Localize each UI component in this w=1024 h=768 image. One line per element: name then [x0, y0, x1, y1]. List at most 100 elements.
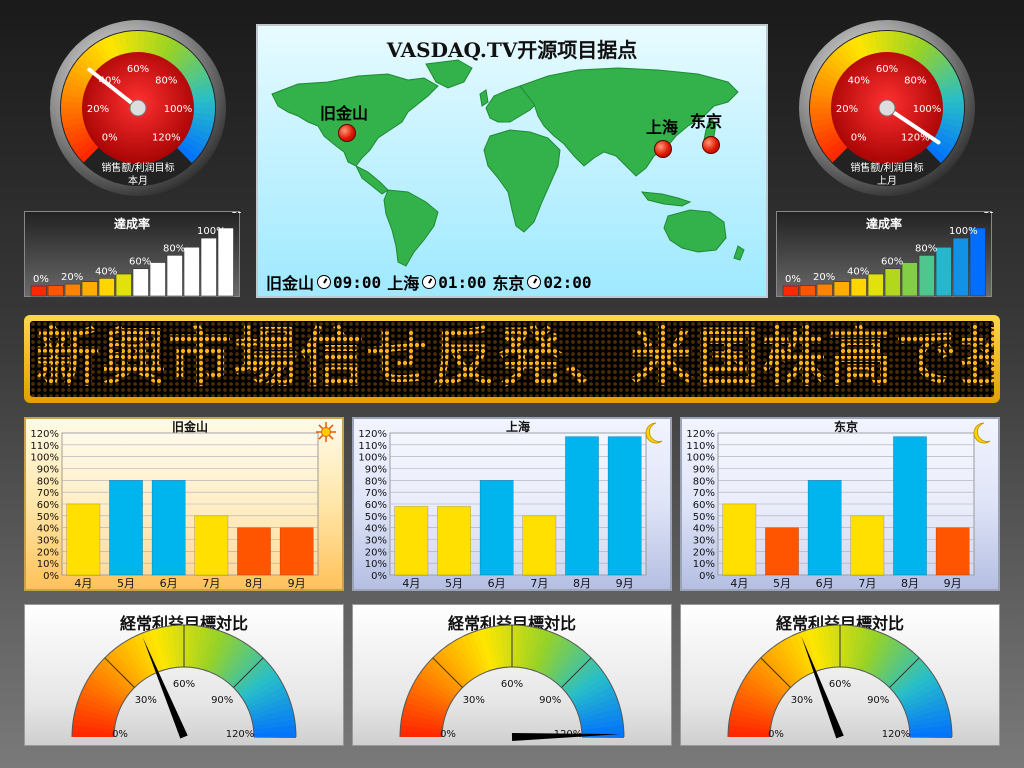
round-gauge-last-month: 0% 20% 40% 60% 80% 100% 120% 销售额/利润目标 上月 — [797, 18, 977, 198]
bar — [765, 527, 799, 576]
y-tick-label: 60% — [365, 500, 387, 511]
gauge-color-band — [63, 121, 87, 135]
gauge-color-band — [936, 75, 960, 90]
x-tick-label: 4月 — [402, 577, 420, 589]
gauge-color-band — [922, 49, 943, 70]
achievement-label: 80% — [163, 243, 185, 254]
city-marker-san-francisco[interactable] — [338, 124, 356, 142]
achievement-step — [64, 283, 81, 297]
continent-africa — [483, 129, 561, 233]
gauge-color-band — [191, 88, 214, 100]
clock-time-san-francisco: 09:00 — [333, 272, 382, 292]
achievement-step — [969, 227, 986, 297]
gauge-color-band — [905, 35, 921, 59]
gauge-scale-label: 20% — [87, 104, 109, 115]
gauge-scale-label: 80% — [155, 76, 177, 87]
bar — [194, 515, 229, 576]
achievement-label: 20% — [813, 272, 835, 283]
achievement-panel-right: 達成率 0%20%40%60%80%100%120% — [776, 211, 993, 297]
gauge-scale-label: 20% — [836, 104, 858, 115]
gauge-color-band — [185, 69, 209, 86]
y-tick-label: 80% — [37, 476, 59, 487]
gauge-color-band — [936, 126, 960, 142]
achievement-label: 100% — [949, 226, 978, 237]
gauge-color-band — [934, 69, 958, 86]
gauge-color-band — [848, 37, 865, 61]
clock-icon — [422, 275, 437, 289]
bar — [522, 515, 557, 576]
gauge-caption: 销售额/利润目标 — [850, 161, 923, 174]
bar — [237, 527, 271, 576]
x-tick-label: 5月 — [445, 577, 463, 589]
gauge-color-band — [180, 58, 202, 78]
clock-city-shanghai: 上海 — [387, 274, 420, 293]
gauge-color-band — [816, 130, 840, 147]
gauge-color-band — [925, 143, 946, 164]
gauge-color-band — [823, 57, 846, 77]
gauge-color-band — [93, 40, 112, 64]
y-tick-label: 20% — [37, 547, 59, 558]
gauge-color-band — [65, 74, 89, 90]
gauge-color-band — [854, 35, 869, 59]
led-news-ticker: 新興市場信せ反発、米国株高で投 — [24, 315, 1000, 403]
x-tick-label: 6月 — [816, 577, 834, 589]
city-marker-tokyo[interactable] — [702, 136, 720, 154]
clock-city-san-francisco: 旧金山 — [266, 274, 315, 293]
world-map-panel: VASDAQ.TV开源项目据点 旧金山 上海 东京 旧金山 09:00 上海 0… — [256, 24, 768, 298]
x-tick-label: 8月 — [245, 577, 263, 589]
gauge-scale-label: 120% — [152, 132, 181, 143]
gauge-scale-label: 90% — [539, 695, 561, 706]
gauge-color-band — [71, 63, 94, 81]
achievement-label: 60% — [129, 257, 151, 268]
y-tick-label: 50% — [37, 512, 59, 523]
y-tick-label: 100% — [686, 453, 715, 464]
gauge-color-band — [891, 31, 902, 54]
gauge-color-band — [823, 138, 845, 158]
chart-city-title: 旧金山 — [172, 419, 208, 434]
gauge-color-band — [928, 139, 951, 159]
gauge-color-band — [812, 121, 836, 135]
clock-city-tokyo: 东京 — [492, 274, 525, 293]
gauge-color-band — [88, 44, 108, 66]
round-gauge-this-month: 0% 20% 40% 60% 80% 100% 120% 销售额/利润目标 本月 — [48, 18, 228, 198]
sun-ray — [329, 435, 334, 440]
clock-icon — [527, 275, 542, 289]
gauge-color-band — [929, 58, 951, 78]
gauge-color-band — [820, 63, 843, 81]
y-tick-label: 40% — [37, 524, 59, 535]
achievement-label: 40% — [847, 266, 869, 277]
achievement-label: 120% — [231, 212, 241, 216]
gauge-color-band — [810, 112, 833, 122]
gauge-color-band — [837, 44, 857, 66]
gauge-color-band — [811, 87, 835, 99]
gauge-color-band — [828, 52, 849, 73]
profit-gauge-shanghai: 経常利益目標対比 0%30%60%90%120% — [352, 604, 672, 746]
world-map — [271, 59, 745, 267]
gauge-color-band — [118, 32, 130, 55]
y-tick-label: 0% — [371, 571, 387, 582]
x-tick-label: 7月 — [858, 577, 876, 589]
gauge-color-band — [185, 131, 208, 148]
sun-ray — [318, 424, 323, 429]
x-tick-label: 9月 — [616, 577, 634, 589]
gauge-scale-label: 60% — [173, 679, 195, 690]
gauge-color-band — [190, 117, 214, 129]
city-marker-shanghai[interactable] — [654, 140, 672, 158]
gauge-color-band — [910, 38, 927, 61]
y-tick-label: 10% — [37, 559, 59, 570]
gauge-scale-label: 30% — [135, 695, 157, 706]
bar-chart-san-francisco: 0% 10% 20% 30% 40% 50% 60% 70% 80% 90% 100% 110% 120… — [24, 417, 344, 591]
gauge-scale-label: 30% — [463, 695, 485, 706]
gauge-color-band — [812, 80, 836, 94]
gauge-color-band — [827, 142, 849, 163]
gauge-color-band — [99, 37, 116, 61]
y-tick-label: 50% — [365, 512, 387, 523]
gauge-color-band — [931, 135, 954, 153]
x-tick-label: 8月 — [901, 577, 919, 589]
bar — [850, 515, 885, 576]
gauge-color-band — [934, 131, 957, 148]
gauge-color-band — [68, 68, 91, 85]
bar — [394, 506, 429, 576]
continent-south-america — [383, 189, 439, 267]
x-tick-label: 6月 — [488, 577, 506, 589]
